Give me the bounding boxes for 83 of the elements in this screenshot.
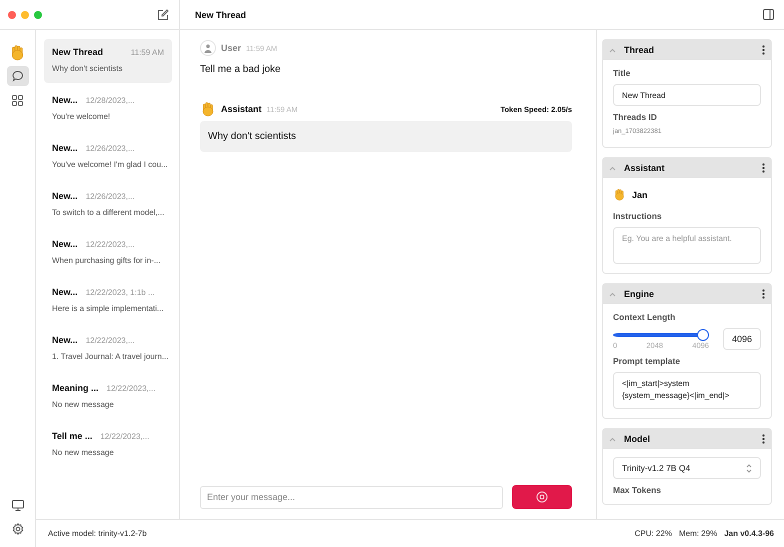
thread-time: 12/26/2023,...: [86, 144, 135, 153]
thread-item[interactable]: New... 12/26/2023,... To switch to a different model,...: [44, 183, 172, 227]
field-label: Prompt template: [613, 356, 682, 366]
assistant-name: Jan: [632, 190, 648, 200]
thread-time: 12/22/2023,...: [86, 240, 135, 249]
rail-chat-button[interactable]: [6, 66, 28, 86]
compose-icon[interactable]: [157, 8, 169, 20]
card-title: Assistant: [624, 163, 665, 173]
title-field[interactable]: New Thread: [613, 84, 761, 106]
thread-title: New...: [52, 95, 78, 105]
more-icon[interactable]: [762, 289, 765, 299]
card-title: Model: [624, 434, 650, 444]
thread-title: Meaning ...: [52, 383, 99, 393]
thread-item[interactable]: New... 12/22/2023,... 1. Travel Journal: A travel journ...: [44, 327, 172, 371]
thread-time: 12/22/2023, 1:1b ...: [86, 288, 155, 297]
more-icon[interactable]: [762, 434, 765, 444]
card-header[interactable]: Model: [603, 429, 771, 449]
app-version: Jan v0.4.3-96: [724, 529, 774, 538]
field-label: Max Tokens: [613, 485, 662, 495]
field-label: Instructions: [613, 211, 663, 221]
message-input[interactable]: Enter your message...: [200, 486, 503, 508]
thread-title: New...: [52, 191, 78, 201]
chat-bubble-icon: [12, 70, 24, 82]
thread-preview: No new message: [52, 448, 115, 457]
model-select[interactable]: Trinity-v1.2 7B Q4: [613, 457, 761, 479]
more-icon[interactable]: [762, 163, 765, 173]
stop-icon: [536, 491, 548, 503]
card-header[interactable]: Engine: [603, 284, 771, 304]
thread-time: 12/26/2023,...: [86, 192, 135, 201]
monitor-icon: [12, 500, 24, 510]
thread-item[interactable]: New... 12/22/2023,... When purchasing gifts for in-...: [44, 231, 172, 275]
prompt-template-field[interactable]: <|im_start|>system {system_message}<|im_end|>: [613, 372, 761, 409]
thread-item[interactable]: New... 12/28/2023,... You're welcome!: [44, 87, 172, 131]
cpu-usage: CPU: 22%: [634, 529, 672, 538]
card-header[interactable]: Assistant: [603, 158, 771, 178]
assistant-message: Why don't scientists: [200, 121, 572, 152]
thread-title: New...: [52, 335, 78, 345]
field-label: Threads ID: [613, 112, 658, 122]
thread-time: 12/22/2023,...: [86, 336, 135, 345]
thread-time: 11:59 AM: [130, 48, 164, 57]
card-title: Engine: [624, 289, 654, 299]
thread-item[interactable]: Meaning ... 12/22/2023,... No new message: [44, 375, 172, 419]
memory-usage: Mem: 29%: [678, 529, 718, 538]
card-title: Thread: [624, 45, 654, 55]
thread-preview: Here is a simple implementati...: [52, 304, 164, 313]
settings-icon: [12, 523, 24, 535]
thread-item[interactable]: New Thread 11:59 AM Why don't scientists: [44, 39, 172, 83]
thread-title: New Thread: [52, 47, 104, 57]
thread-preview: To switch to a different model,...: [52, 208, 164, 217]
field-label: Title: [613, 68, 632, 78]
thread-preview: Why don't scientists: [52, 64, 124, 73]
message-author: Assistant: [221, 104, 262, 114]
person-icon: [204, 44, 212, 52]
context-length-field[interactable]: 4096: [723, 328, 761, 350]
thread-time: 12/22/2023,...: [100, 432, 150, 441]
thread-title: Tell me ...: [52, 431, 92, 441]
window-title: New Thread: [195, 10, 246, 20]
instructions-field[interactable]: Eg. You are a helpful assistant.: [613, 227, 761, 264]
thread-preview: When purchasing gifts for in-...: [52, 256, 162, 265]
active-model: Active model: trinity-v1.2-7b: [48, 529, 147, 538]
chevron-updown-icon: [746, 464, 752, 472]
window-close-button[interactable]: [8, 10, 16, 18]
thread-item[interactable]: New... 12/26/2023,... You've welcome! I'm glad I cou...: [44, 135, 172, 179]
message-author: User: [221, 43, 242, 53]
thread-time: 12/22/2023,...: [106, 384, 156, 393]
thread-preview: You're welcome!: [52, 112, 112, 121]
panel-toggle-icon[interactable]: [763, 9, 774, 20]
thread-title: New...: [52, 287, 78, 297]
thread-title: New...: [52, 143, 78, 153]
hand-icon: [200, 101, 216, 117]
hand-icon: [9, 44, 26, 60]
thread-preview: No new message: [52, 400, 115, 409]
thread-time: 12/28/2023,...: [86, 96, 135, 105]
stop-button[interactable]: [512, 485, 572, 509]
user-message: Tell me a bad joke: [200, 64, 282, 75]
card-header[interactable]: Thread: [603, 40, 771, 60]
more-icon[interactable]: [762, 45, 765, 55]
thread-item[interactable]: New... 12/22/2023, 1:1b ... Here is a simple implementati...: [44, 279, 172, 323]
thread-title: New...: [52, 239, 78, 249]
thread-item[interactable]: Tell me ... 12/22/2023,... No new message: [44, 423, 172, 467]
hand-icon: [613, 188, 626, 201]
grid-icon: [12, 94, 23, 106]
field-label: Context Length: [613, 312, 676, 322]
